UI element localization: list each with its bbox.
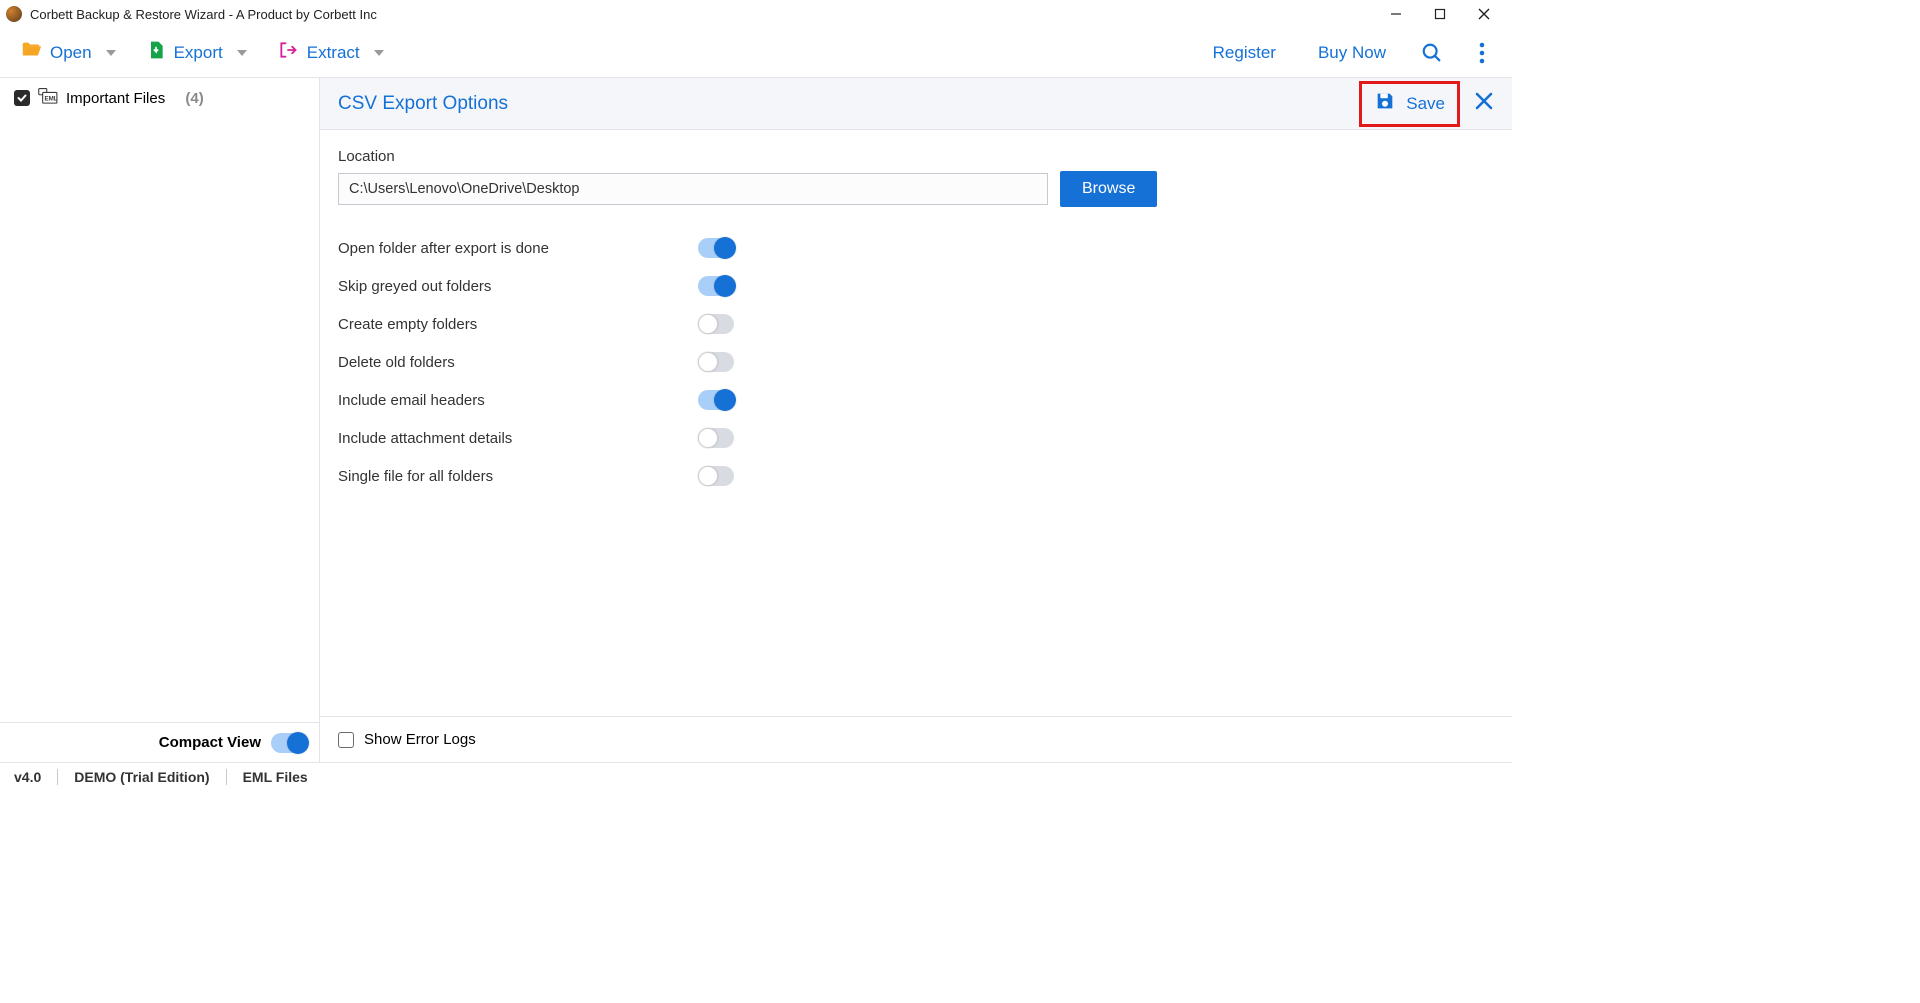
option-label: Open folder after export is done: [338, 240, 698, 257]
close-panel-button[interactable]: [1474, 91, 1494, 116]
location-input[interactable]: [338, 173, 1048, 205]
option-label: Skip greyed out folders: [338, 278, 698, 295]
register-link[interactable]: Register: [1199, 43, 1290, 63]
main-panel: CSV Export Options Save Location Browse: [320, 78, 1512, 762]
status-files: EML Files: [243, 769, 308, 785]
minimize-button[interactable]: [1374, 0, 1418, 28]
compact-view-label: Compact View: [159, 734, 261, 751]
option-label: Include attachment details: [338, 430, 698, 447]
caret-down-icon: [237, 50, 247, 56]
checkbox-checked-icon[interactable]: [14, 90, 30, 106]
option-label: Create empty folders: [338, 316, 698, 333]
folder-tree: EML Important Files (4): [0, 78, 319, 722]
export-label: Export: [174, 43, 223, 63]
extract-label: Extract: [307, 43, 360, 63]
option-toggle[interactable]: [698, 428, 734, 448]
save-button[interactable]: Save: [1374, 90, 1445, 117]
show-error-logs-label: Show Error Logs: [364, 731, 476, 748]
window-title: Corbett Backup & Restore Wizard - A Prod…: [30, 7, 377, 22]
option-toggle[interactable]: [698, 466, 734, 486]
search-button[interactable]: [1414, 35, 1450, 71]
compact-view-toggle[interactable]: [271, 733, 307, 753]
sidebar: EML Important Files (4) Compact View: [0, 78, 320, 762]
svg-text:EML: EML: [44, 95, 57, 102]
panel-header: CSV Export Options Save: [320, 78, 1512, 130]
option-label: Single file for all folders: [338, 468, 698, 485]
option-row: Include email headers: [338, 381, 1494, 419]
save-label: Save: [1406, 94, 1445, 114]
more-menu-button[interactable]: [1464, 35, 1500, 71]
option-row: Open folder after export is done: [338, 229, 1494, 267]
tree-item[interactable]: EML Important Files (4): [14, 88, 305, 108]
status-edition: DEMO (Trial Edition): [74, 769, 209, 785]
option-row: Skip greyed out folders: [338, 267, 1494, 305]
panel-footer: Show Error Logs: [320, 716, 1512, 762]
close-window-button[interactable]: [1462, 0, 1506, 28]
export-button[interactable]: Export: [138, 33, 255, 72]
option-toggle[interactable]: [698, 238, 734, 258]
option-label: Delete old folders: [338, 354, 698, 371]
maximize-button[interactable]: [1418, 0, 1462, 28]
compact-view-row: Compact View: [0, 722, 319, 762]
titlebar: Corbett Backup & Restore Wizard - A Prod…: [0, 0, 1512, 28]
caret-down-icon: [106, 50, 116, 56]
option-label: Include email headers: [338, 392, 698, 409]
file-export-icon: [146, 39, 166, 66]
app-body: EML Important Files (4) Compact View CSV…: [0, 78, 1512, 762]
tree-item-label: Important Files: [66, 90, 165, 107]
open-label: Open: [50, 43, 92, 63]
option-toggle[interactable]: [698, 390, 734, 410]
save-icon: [1374, 90, 1396, 117]
option-toggle[interactable]: [698, 276, 734, 296]
option-row: Create empty folders: [338, 305, 1494, 343]
panel-title: CSV Export Options: [338, 93, 508, 115]
show-error-logs-checkbox[interactable]: [338, 732, 354, 748]
extract-icon: [277, 40, 299, 65]
buy-now-link[interactable]: Buy Now: [1304, 43, 1400, 63]
option-row: Single file for all folders: [338, 457, 1494, 495]
app-icon: [6, 6, 22, 22]
option-toggle[interactable]: [698, 314, 734, 334]
eml-folder-icon: EML: [38, 88, 58, 108]
browse-button[interactable]: Browse: [1060, 171, 1157, 207]
panel-body: Location Browse Open folder after export…: [320, 130, 1512, 716]
option-row: Include attachment details: [338, 419, 1494, 457]
main-toolbar: Open Export Extract Register Buy Now: [0, 28, 1512, 78]
folder-open-icon: [20, 39, 42, 66]
option-row: Delete old folders: [338, 343, 1494, 381]
status-bar: v4.0 DEMO (Trial Edition) EML Files: [0, 762, 1512, 790]
open-button[interactable]: Open: [12, 33, 124, 72]
save-button-highlight: Save: [1359, 81, 1460, 127]
status-version: v4.0: [14, 769, 41, 785]
extract-button[interactable]: Extract: [269, 34, 392, 71]
location-label: Location: [338, 148, 1494, 165]
option-toggle[interactable]: [698, 352, 734, 372]
caret-down-icon: [374, 50, 384, 56]
tree-item-count: (4): [185, 90, 203, 107]
